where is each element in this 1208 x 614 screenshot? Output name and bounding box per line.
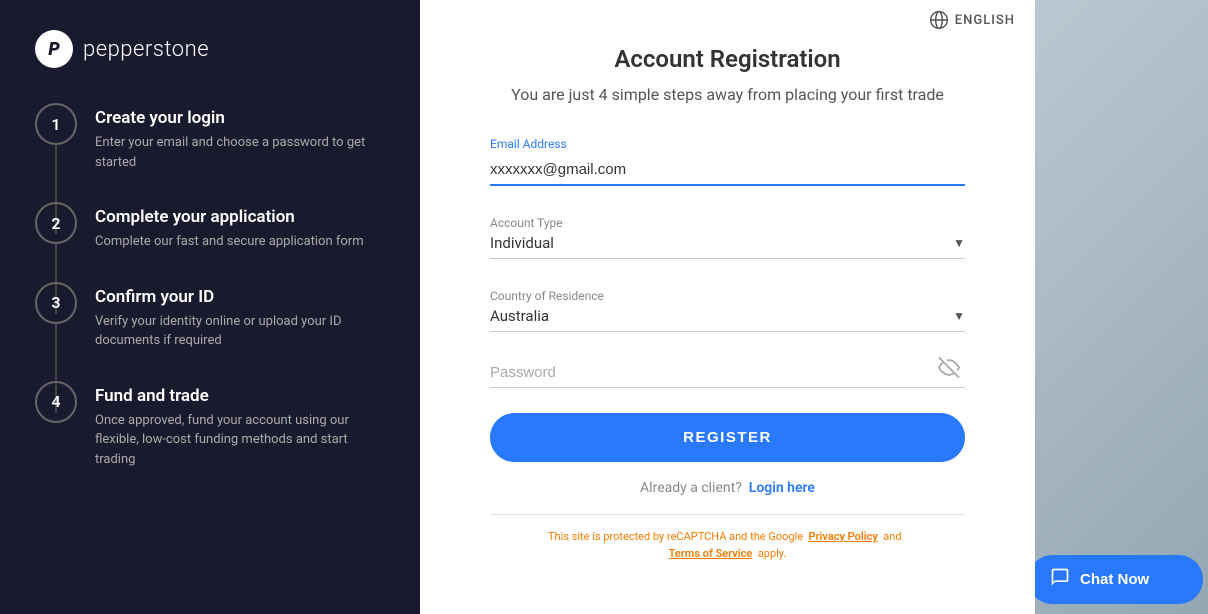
- account-type-label: Account Type: [490, 216, 965, 230]
- step-item-1: 1 Create your login Enter your email and…: [35, 103, 385, 202]
- step-desc-2: Complete our fast and secure application…: [95, 232, 364, 252]
- step-desc-1: Enter your email and choose a password t…: [95, 133, 385, 172]
- email-group: Email Address: [490, 137, 965, 186]
- already-client-text: Already a client?: [640, 480, 742, 496]
- step-circle-1: 1: [35, 103, 77, 145]
- step-item-2: 2 Complete your application Complete our…: [35, 202, 385, 282]
- eye-icon[interactable]: [938, 356, 960, 383]
- step-desc-3: Verify your identity online or upload yo…: [95, 312, 385, 351]
- country-select[interactable]: Country of Residence Australia ▼: [490, 279, 965, 332]
- account-type-chevron-icon: ▼: [953, 236, 965, 250]
- step-title-1: Create your login: [95, 108, 385, 128]
- tos-link[interactable]: Terms of Service: [669, 547, 753, 560]
- account-type-value[interactable]: Individual ▼: [490, 234, 965, 252]
- divider: [490, 514, 965, 515]
- language-label[interactable]: ENGLISH: [955, 13, 1015, 28]
- email-input[interactable]: [490, 155, 965, 186]
- email-label: Email Address: [490, 137, 965, 151]
- right-panel: Chat Now: [1035, 0, 1208, 614]
- password-input[interactable]: [490, 364, 965, 381]
- country-chevron-icon: ▼: [953, 309, 965, 323]
- chat-now-label: Chat Now: [1080, 571, 1149, 588]
- country-value[interactable]: Australia ▼: [490, 307, 965, 325]
- form-title: Account Registration: [614, 45, 840, 73]
- privacy-policy-link[interactable]: Privacy Policy: [809, 530, 878, 543]
- password-group: [490, 352, 965, 388]
- step-item-4: 4 Fund and trade Once approved, fund you…: [35, 381, 385, 470]
- logo-icon: P: [35, 30, 73, 68]
- step-circle-3: 3: [35, 282, 77, 324]
- right-panel-overlay: [1035, 0, 1208, 614]
- logo-text: pepperstone: [83, 37, 209, 62]
- step-content-1: Create your login Enter your email and c…: [95, 103, 385, 172]
- country-text: Australia: [490, 307, 549, 325]
- left-panel: P pepperstone 1 Create your login Enter …: [0, 0, 420, 614]
- login-prompt: Already a client? Login here: [640, 480, 815, 496]
- recaptcha-text: This site is protected by reCAPTCHA and …: [548, 529, 907, 562]
- step-title-2: Complete your application: [95, 207, 364, 227]
- globe-icon: [929, 10, 949, 30]
- step-circle-2: 2: [35, 202, 77, 244]
- step-title-4: Fund and trade: [95, 386, 385, 406]
- step-item-3: 3 Confirm your ID Verify your identity o…: [35, 282, 385, 381]
- account-type-group: Account Type Individual ▼: [490, 206, 965, 259]
- step-content-2: Complete your application Complete our f…: [95, 202, 364, 252]
- chat-now-button[interactable]: Chat Now: [1035, 555, 1203, 604]
- account-type-text: Individual: [490, 234, 554, 252]
- account-type-select[interactable]: Account Type Individual ▼: [490, 206, 965, 259]
- register-button[interactable]: REGISTER: [490, 413, 965, 462]
- form-container: Account Registration You are just 4 simp…: [420, 40, 1035, 582]
- step-circle-4: 4: [35, 381, 77, 423]
- step-desc-4: Once approved, fund your account using o…: [95, 411, 385, 470]
- logo-area: P pepperstone: [35, 30, 385, 68]
- step-content-4: Fund and trade Once approved, fund your …: [95, 381, 385, 470]
- step-content-3: Confirm your ID Verify your identity onl…: [95, 282, 385, 351]
- country-label: Country of Residence: [490, 289, 965, 303]
- registration-panel: ENGLISH Account Registration You are jus…: [420, 0, 1035, 614]
- login-link[interactable]: Login here: [749, 480, 815, 496]
- country-group: Country of Residence Australia ▼: [490, 279, 965, 332]
- step-title-3: Confirm your ID: [95, 287, 385, 307]
- steps-list: 1 Create your login Enter your email and…: [35, 103, 385, 469]
- chat-bubble-icon: [1050, 567, 1070, 592]
- language-bar: ENGLISH: [420, 0, 1035, 40]
- form-subtitle: You are just 4 simple steps away from pl…: [511, 83, 944, 107]
